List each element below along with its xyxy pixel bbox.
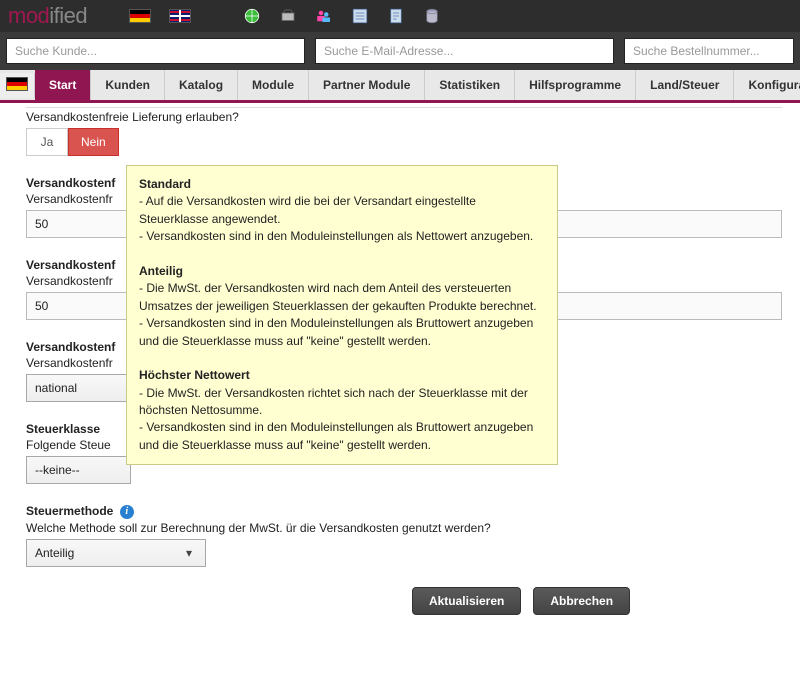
- taxclass-dropdown[interactable]: --keine--: [26, 456, 131, 484]
- flag-de-icon-small: [6, 77, 28, 91]
- tab-land-steuer[interactable]: Land/Steuer: [636, 70, 734, 100]
- freeship-sub: Versandkostenfreie Lieferung erlauben?: [26, 110, 782, 124]
- tooltip-h2: Anteilig: [139, 264, 183, 278]
- tooltip-l3b: - Versandkosten sind in den Moduleinstel…: [139, 420, 533, 451]
- toggle-ja[interactable]: Ja: [26, 128, 68, 156]
- taxmethod-value: Anteilig: [35, 546, 74, 560]
- tooltip-l1b: - Versandkosten sind in den Moduleinstel…: [139, 229, 533, 243]
- tooltip-h1: Standard: [139, 177, 191, 191]
- tab-start[interactable]: Start: [35, 70, 91, 100]
- tab-kunden[interactable]: Kunden: [91, 70, 165, 100]
- nav-flag[interactable]: [0, 73, 35, 98]
- search-email-input[interactable]: [315, 38, 614, 64]
- taxclass-value: --keine--: [35, 463, 80, 477]
- cart-icon[interactable]: [279, 7, 297, 25]
- freeship-toggle: Ja Nein: [26, 128, 782, 156]
- help-tooltip: Standard - Auf die Versandkosten wird di…: [126, 165, 558, 465]
- actions: Aktualisieren Abbrechen: [396, 587, 646, 615]
- list-icon[interactable]: [351, 7, 369, 25]
- nav-row: Start Kunden Katalog Module Partner Modu…: [0, 70, 800, 103]
- taxmethod-title: Steuermethode i: [26, 504, 782, 519]
- database-icon[interactable]: [423, 7, 441, 25]
- logo-part1: mod: [8, 3, 49, 28]
- tab-module[interactable]: Module: [238, 70, 309, 100]
- search-order-input[interactable]: [624, 38, 794, 64]
- taxmethod-title-text: Steuermethode: [26, 504, 113, 518]
- search-customer-input[interactable]: [6, 38, 305, 64]
- search-row: [0, 32, 800, 70]
- logo-part2: ified: [49, 3, 87, 28]
- tooltip-l3a: - Die MwSt. der Versandkosten richtet si…: [139, 386, 528, 417]
- save-button[interactable]: Aktualisieren: [412, 587, 521, 615]
- taxmethod-sub: Welche Methode soll zur Berechnung der M…: [26, 521, 782, 535]
- document-icon[interactable]: [387, 7, 405, 25]
- content: Versandkostenfreie Lieferung erlauben? J…: [0, 103, 800, 631]
- chevron-down-icon: ▾: [181, 546, 197, 560]
- f3-value: national: [35, 381, 77, 395]
- tooltip-l2a: - Die MwSt. der Versandkosten wird nach …: [139, 281, 537, 312]
- info-icon[interactable]: i: [120, 505, 134, 519]
- nav-tabs: Start Kunden Katalog Module Partner Modu…: [35, 70, 800, 100]
- topbar: modified: [0, 0, 800, 32]
- tooltip-h3: Höchster Nettowert: [139, 368, 250, 382]
- tab-partner-module[interactable]: Partner Module: [309, 70, 425, 100]
- topbar-icons: [129, 7, 441, 25]
- flag-de-icon[interactable]: [129, 9, 151, 23]
- tab-katalog[interactable]: Katalog: [165, 70, 238, 100]
- tooltip-l1a: - Auf die Versandkosten wird die bei der…: [139, 194, 476, 225]
- tab-hilfsprogramme[interactable]: Hilfsprogramme: [515, 70, 636, 100]
- tooltip-l2b: - Versandkosten sind in den Moduleinstel…: [139, 316, 533, 347]
- users-icon[interactable]: [315, 7, 333, 25]
- logo: modified: [8, 3, 87, 29]
- globe-icon[interactable]: [243, 7, 261, 25]
- tab-konfiguration[interactable]: Konfiguration: [734, 70, 800, 100]
- f3-dropdown[interactable]: national: [26, 374, 131, 402]
- taxmethod-dropdown[interactable]: Anteilig ▾: [26, 539, 206, 567]
- cancel-button[interactable]: Abbrechen: [533, 587, 630, 615]
- toggle-nein[interactable]: Nein: [68, 128, 119, 156]
- flag-uk-icon[interactable]: [169, 9, 191, 23]
- tab-statistiken[interactable]: Statistiken: [425, 70, 515, 100]
